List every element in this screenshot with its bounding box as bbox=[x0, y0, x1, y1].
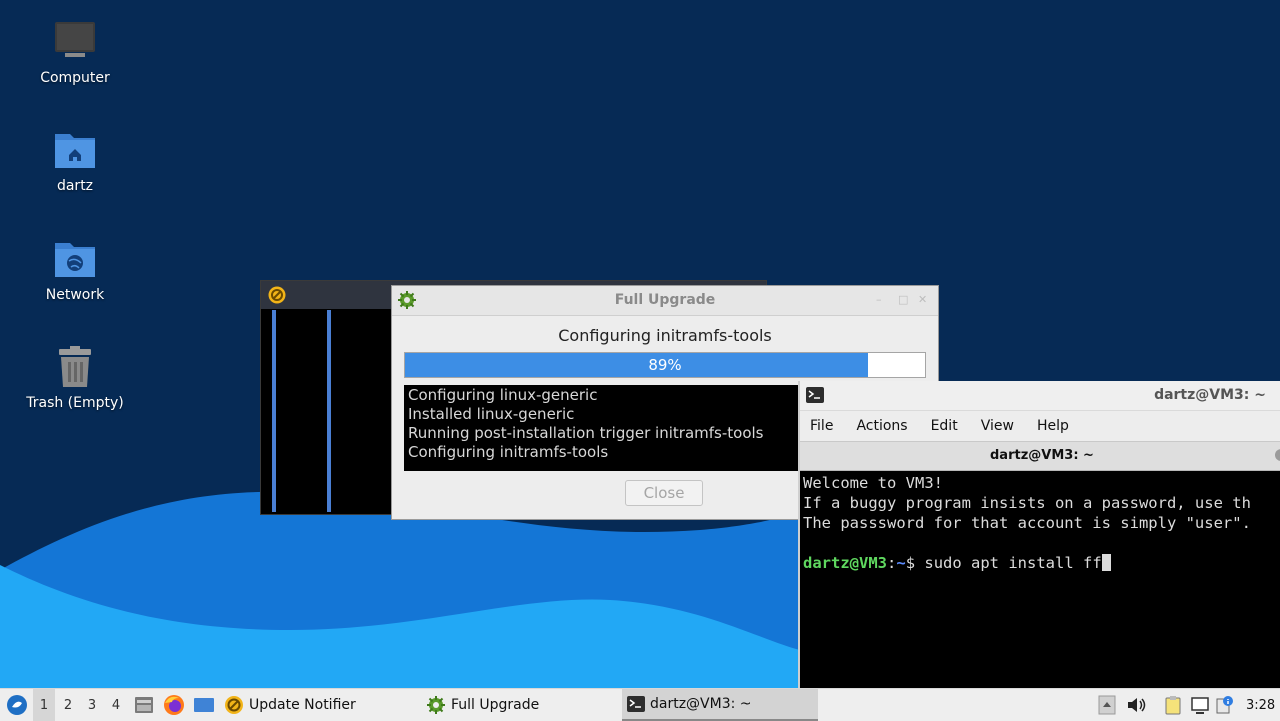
computer-icon bbox=[53, 20, 97, 64]
terminal-window[interactable]: dartz@VM3: ~ File Actions Edit View Help… bbox=[798, 381, 1280, 688]
show-desktop-button[interactable] bbox=[193, 689, 215, 721]
desktop-icon bbox=[194, 698, 214, 712]
speaker-icon bbox=[1128, 698, 1146, 712]
trash-icon bbox=[53, 345, 97, 389]
task-label: dartz@VM3: ~ bbox=[650, 696, 752, 712]
desktop-icon-label: Computer bbox=[40, 70, 110, 86]
text-cursor bbox=[1101, 554, 1111, 571]
menu-help[interactable]: Help bbox=[1037, 418, 1069, 434]
status-label: Configuring initramfs-tools bbox=[558, 326, 772, 345]
network-status-button[interactable] bbox=[1190, 689, 1210, 721]
terminal-menubar: File Actions Edit View Help bbox=[800, 411, 1280, 441]
close-button[interactable]: Close bbox=[625, 480, 703, 506]
task-full-upgrade[interactable]: Full Upgrade bbox=[426, 689, 616, 721]
window-title: Full Upgrade bbox=[614, 292, 716, 308]
full-upgrade-titlebar[interactable]: Full Upgrade – □ ✕ bbox=[392, 286, 938, 316]
desktop-icon-trash[interactable]: Trash (Empty) bbox=[20, 345, 130, 411]
volume-button[interactable] bbox=[1126, 689, 1146, 721]
desktop-icon-label: Network bbox=[45, 287, 105, 303]
workspace-2[interactable]: 2 bbox=[57, 689, 79, 721]
terminal-prompt-line: dartz@VM3:~$ sudo apt install ff bbox=[803, 553, 1280, 573]
task-label: Full Upgrade bbox=[451, 697, 540, 713]
window-title: dartz@VM3: ~ bbox=[1154, 387, 1266, 403]
file-manager-icon bbox=[135, 697, 153, 713]
close-icon[interactable]: ✕ bbox=[918, 293, 927, 306]
command-text: sudo apt install ff bbox=[924, 554, 1102, 572]
update-notifier-icon bbox=[268, 286, 286, 308]
divider bbox=[327, 310, 331, 512]
clipboard-button[interactable] bbox=[1163, 689, 1183, 721]
taskbar: 1 2 3 4 Update Notifier Full Upgrade dar… bbox=[0, 688, 1280, 721]
maximize-icon[interactable]: □ bbox=[898, 293, 908, 306]
terminal-line: Welcome to VM3! bbox=[803, 474, 943, 492]
tab-title[interactable]: dartz@VM3: ~ bbox=[990, 448, 1094, 463]
notification-button[interactable] bbox=[1216, 689, 1234, 721]
tray-expander[interactable] bbox=[1098, 689, 1116, 721]
firefox-launcher[interactable] bbox=[163, 689, 185, 721]
prompt-dir: ~ bbox=[896, 554, 906, 572]
menu-file[interactable]: File bbox=[810, 418, 833, 434]
file-manager-launcher[interactable] bbox=[133, 689, 155, 721]
task-update-notifier[interactable]: Update Notifier bbox=[224, 689, 414, 721]
terminal-output[interactable]: Welcome to VM3! If a buggy program insist… bbox=[800, 471, 1280, 575]
home-folder-icon bbox=[53, 128, 97, 172]
desktop-icon-network[interactable]: Network bbox=[20, 237, 130, 303]
progress-percent: 89% bbox=[648, 356, 682, 374]
menu-edit[interactable]: Edit bbox=[931, 418, 958, 434]
network-folder-icon bbox=[53, 237, 97, 281]
terminal-line: The passsword for that account is simply… bbox=[803, 514, 1251, 532]
update-notifier-icon bbox=[225, 696, 243, 714]
info-icon bbox=[1216, 696, 1233, 714]
network-monitor-icon bbox=[1191, 697, 1209, 714]
desktop-icon-computer[interactable]: Computer bbox=[20, 20, 130, 86]
task-terminal[interactable]: dartz@VM3: ~ bbox=[622, 689, 818, 721]
gear-icon bbox=[427, 696, 445, 714]
task-label: Update Notifier bbox=[249, 697, 356, 713]
progress-bar: 89% bbox=[404, 352, 926, 378]
prompt-separator: : bbox=[887, 554, 897, 572]
desktop-icon-home[interactable]: dartz bbox=[20, 128, 130, 194]
desktop-icon-label: Trash (Empty) bbox=[26, 395, 124, 411]
menu-view[interactable]: View bbox=[981, 418, 1014, 434]
lubuntu-logo-icon bbox=[7, 695, 27, 715]
firefox-icon bbox=[164, 695, 184, 715]
start-menu-button[interactable] bbox=[4, 689, 30, 721]
desktop: Computer dartz Network Trash (Empty) Ful… bbox=[0, 0, 1280, 688]
prompt-symbol: $ bbox=[905, 554, 925, 572]
terminal-tabbar: dartz@VM3: ~ bbox=[800, 441, 1280, 471]
terminal-icon bbox=[627, 696, 645, 712]
clock[interactable]: 3:28 bbox=[1246, 689, 1275, 721]
divider bbox=[272, 310, 276, 512]
workspace-3[interactable]: 3 bbox=[81, 689, 103, 721]
minimize-icon[interactable]: – bbox=[876, 293, 882, 306]
terminal-line: If a buggy program insists on a password… bbox=[803, 494, 1251, 512]
prompt-user: dartz@VM3 bbox=[803, 554, 887, 572]
terminal-titlebar[interactable]: dartz@VM3: ~ bbox=[800, 381, 1280, 411]
menu-actions[interactable]: Actions bbox=[856, 418, 907, 434]
workspace-1[interactable]: 1 bbox=[33, 689, 55, 721]
tab-close-icon[interactable] bbox=[1275, 449, 1280, 461]
terminal-icon bbox=[806, 387, 824, 407]
chevron-up-icon bbox=[1098, 695, 1116, 715]
workspace-4[interactable]: 4 bbox=[105, 689, 127, 721]
clipboard-icon bbox=[1165, 696, 1181, 715]
desktop-icon-label: dartz bbox=[56, 178, 94, 194]
